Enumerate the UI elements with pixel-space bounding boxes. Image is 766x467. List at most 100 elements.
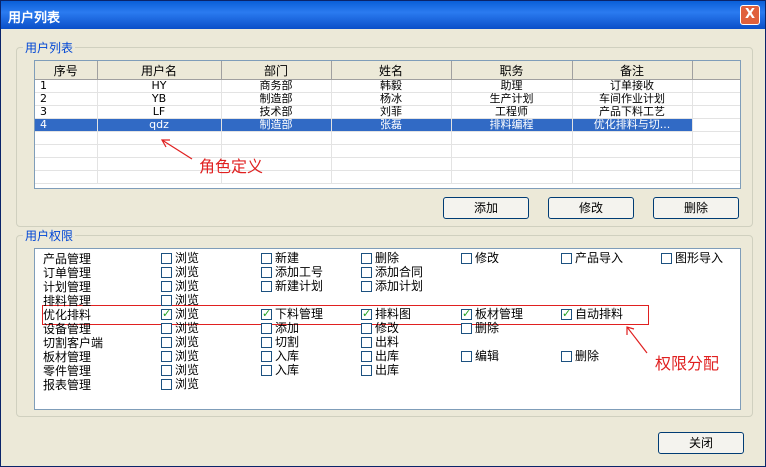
permission-checkbox[interactable]: 浏览 [161, 280, 199, 294]
unchecked-icon[interactable] [361, 323, 372, 334]
title-bar[interactable]: 用户列表 X [1, 1, 765, 29]
column-header[interactable]: 备注 [572, 61, 693, 80]
permission-checkbox[interactable]: 浏览 [161, 336, 199, 350]
permission-checkbox[interactable]: 浏览 [161, 350, 199, 364]
permission-label: 新建计划 [275, 279, 324, 293]
permission-checkbox[interactable]: 新建 [261, 252, 299, 266]
unchecked-icon[interactable] [461, 351, 472, 362]
permission-label: 出库 [375, 349, 400, 363]
unchecked-icon[interactable] [661, 253, 672, 264]
table-row[interactable] [35, 157, 740, 171]
permission-checkbox[interactable]: 排料图 [361, 307, 411, 322]
table-cell: qdz [97, 118, 222, 132]
user-list-legend: 用户列表 [25, 41, 74, 55]
unchecked-icon[interactable] [261, 281, 272, 292]
permission-checkbox[interactable]: 删除 [561, 350, 599, 364]
unchecked-icon[interactable] [161, 253, 172, 264]
unchecked-icon[interactable] [161, 351, 172, 362]
checked-icon[interactable] [361, 307, 372, 320]
table-row[interactable]: 2 YB 制造部 杨冰 生产计划 车间作业计划 [35, 92, 740, 106]
unchecked-icon[interactable] [161, 337, 172, 348]
unchecked-icon[interactable] [461, 253, 472, 264]
permission-checkbox[interactable]: 出料 [361, 336, 399, 350]
permission-checkbox[interactable]: 浏览 [161, 294, 199, 308]
unchecked-icon[interactable] [361, 365, 372, 376]
column-header[interactable]: 用户名 [97, 61, 222, 80]
permission-label: 切割 [275, 335, 300, 349]
checked-icon[interactable] [261, 307, 272, 320]
permission-checkbox[interactable]: 新建计划 [261, 280, 323, 294]
permission-label: 浏览 [175, 307, 200, 321]
unchecked-icon[interactable] [161, 365, 172, 376]
permission-checkbox[interactable]: 图形导入 [661, 252, 723, 266]
unchecked-icon[interactable] [261, 323, 272, 334]
close-button[interactable]: 关闭 [658, 432, 744, 454]
permission-checkbox[interactable]: 浏览 [161, 252, 199, 266]
unchecked-icon[interactable] [261, 351, 272, 362]
unchecked-icon[interactable] [261, 365, 272, 376]
permission-checkbox[interactable]: 下料管理 [261, 307, 323, 322]
unchecked-icon[interactable] [161, 267, 172, 278]
column-header[interactable]: 职务 [451, 61, 573, 80]
permission-checkbox[interactable]: 修改 [361, 322, 399, 336]
unchecked-icon[interactable] [261, 337, 272, 348]
unchecked-icon[interactable] [361, 253, 372, 264]
permission-checkbox[interactable]: 浏览 [161, 364, 199, 378]
table-row[interactable]: 4 qdz 制造部 张磊 排料编程 优化排料与切... [35, 118, 740, 132]
permission-checkbox[interactable]: 浏览 [161, 307, 200, 322]
checked-icon[interactable] [561, 307, 572, 320]
permission-checkbox[interactable]: 出库 [361, 364, 399, 378]
checked-icon[interactable] [161, 307, 172, 320]
permission-checkbox[interactable]: 板材管理 [461, 307, 523, 322]
permission-checkbox[interactable]: 产品导入 [561, 252, 623, 266]
table-row[interactable] [35, 170, 740, 184]
permission-checkbox[interactable]: 入库 [261, 364, 299, 378]
unchecked-icon[interactable] [261, 253, 272, 264]
unchecked-icon[interactable] [461, 323, 472, 334]
permission-checkbox[interactable]: 添加计划 [361, 280, 423, 294]
permission-checkbox[interactable]: 编辑 [461, 350, 499, 364]
edit-user-button[interactable]: 修改 [548, 197, 634, 219]
permission-checkbox[interactable]: 添加 [261, 322, 299, 336]
permission-checkbox[interactable]: 添加工号 [261, 266, 323, 280]
unchecked-icon[interactable] [361, 267, 372, 278]
permission-label: 浏览 [175, 335, 200, 349]
table-cell: 排料编程 [451, 118, 573, 132]
permission-checkbox[interactable]: 修改 [461, 252, 499, 266]
permission-checkbox[interactable]: 删除 [461, 322, 499, 336]
table-row[interactable] [35, 131, 740, 145]
unchecked-icon[interactable] [361, 337, 372, 348]
column-header[interactable]: 部门 [221, 61, 332, 80]
unchecked-icon[interactable] [161, 379, 172, 390]
user-grid[interactable]: 序号 用户名 部门 姓名 职务 备注 1 HY 商务部 韩毅 助理 订单接收 2 YB 制造部 杨冰 生产计划… [34, 60, 741, 189]
unchecked-icon[interactable] [161, 281, 172, 292]
permission-checkbox[interactable]: 浏览 [161, 322, 199, 336]
table-row[interactable] [35, 144, 740, 158]
permission-label: 编辑 [475, 349, 500, 363]
permission-checkbox[interactable]: 出库 [361, 350, 399, 364]
unchecked-icon[interactable] [561, 253, 572, 264]
table-row[interactable]: 1 HY 商务部 韩毅 助理 订单接收 [35, 79, 740, 93]
unchecked-icon[interactable] [261, 267, 272, 278]
unchecked-icon[interactable] [161, 295, 172, 306]
permission-checkbox[interactable]: 添加合同 [361, 266, 423, 280]
unchecked-icon[interactable] [361, 351, 372, 362]
unchecked-icon[interactable] [561, 351, 572, 362]
permission-checkbox[interactable]: 浏览 [161, 266, 199, 280]
checked-icon[interactable] [461, 307, 472, 320]
permission-checkbox[interactable]: 自动排料 [561, 307, 623, 322]
add-user-button[interactable]: 添加 [443, 197, 529, 219]
column-header[interactable]: 姓名 [331, 61, 452, 80]
module-label: 优化排料 [43, 308, 92, 322]
delete-user-button[interactable]: 删除 [653, 197, 739, 219]
permission-checkbox[interactable]: 切割 [261, 336, 299, 350]
table-row[interactable]: 3 LF 技术部 刘菲 工程师 产品下料工艺 [35, 105, 740, 119]
unchecked-icon[interactable] [361, 281, 372, 292]
close-window-button[interactable]: X [740, 5, 760, 25]
permission-checkbox[interactable]: 入库 [261, 350, 299, 364]
column-header[interactable]: 序号 [35, 61, 98, 80]
permission-checkbox[interactable]: 浏览 [161, 378, 199, 392]
unchecked-icon[interactable] [161, 323, 172, 334]
table-cell: 优化排料与切... [572, 118, 693, 132]
permission-checkbox[interactable]: 删除 [361, 252, 399, 266]
